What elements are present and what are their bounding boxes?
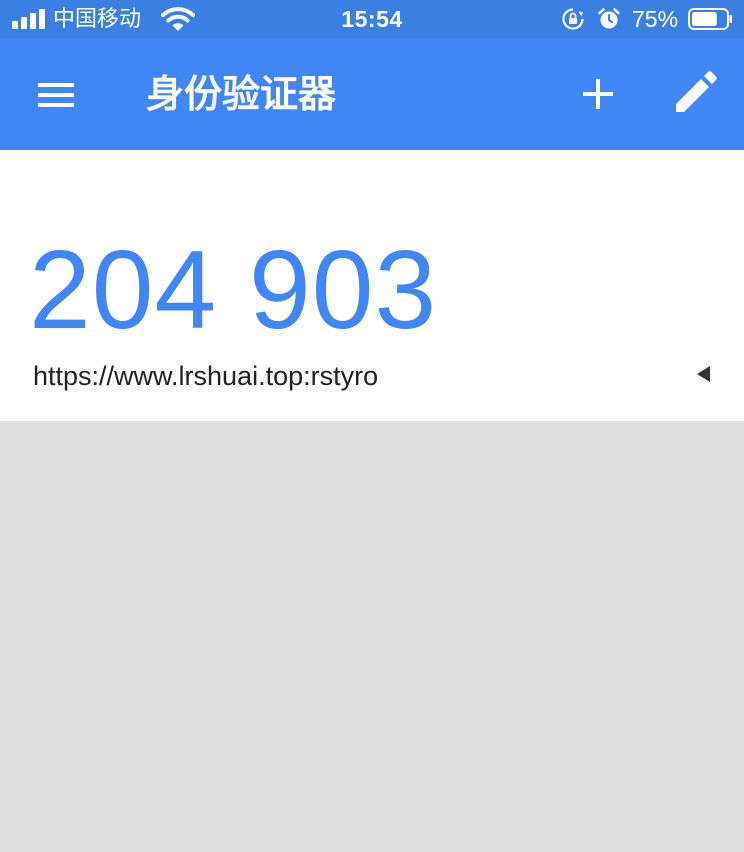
otp-code: 204 903 bbox=[29, 228, 438, 352]
pencil-icon[interactable] bbox=[668, 68, 722, 120]
account-list-item[interactable]: 204 903 https://www.lrshuai.top:rstyro bbox=[0, 150, 744, 421]
alarm-icon bbox=[598, 8, 620, 29]
plus-icon[interactable] bbox=[572, 68, 624, 120]
account-label: https://www.lrshuai.top:rstyro bbox=[33, 361, 379, 391]
menu-icon[interactable] bbox=[26, 68, 86, 120]
app-title: 身份验证器 bbox=[146, 74, 337, 116]
status-bar: 中国移动 15:54 75% bbox=[0, 0, 744, 38]
rotation-lock-icon bbox=[562, 8, 584, 30]
app-bar: 身份验证器 bbox=[0, 38, 744, 150]
empty-list-area bbox=[0, 421, 744, 852]
battery-percent: 75% bbox=[632, 6, 679, 32]
battery-icon bbox=[688, 8, 732, 30]
countdown-icon bbox=[697, 366, 710, 382]
